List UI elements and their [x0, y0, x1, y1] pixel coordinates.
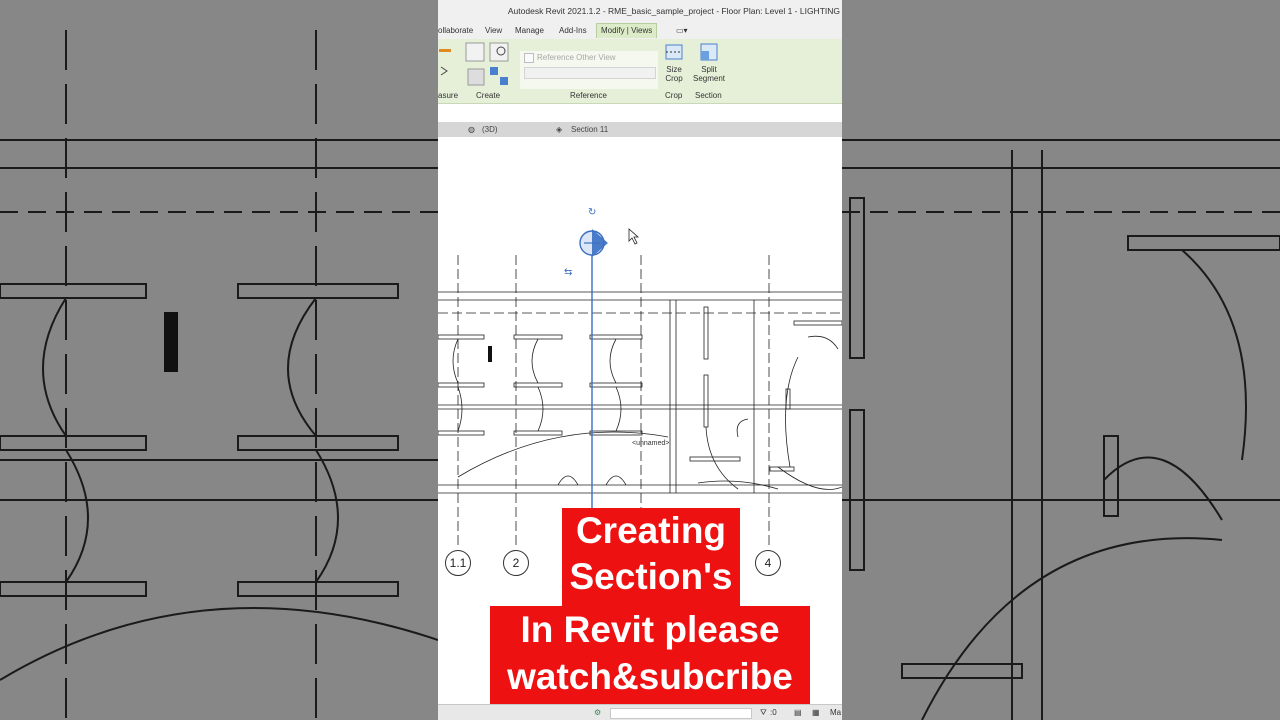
panel-label-create: Create	[476, 91, 501, 100]
split-segment-label-1: Split	[701, 65, 717, 74]
view-tabs-bar: ◍ (3D) ◈ Section 11	[438, 122, 842, 137]
window-title: Autodesk Revit 2021.1.2 - RME_basic_samp…	[507, 6, 840, 16]
measure-icon[interactable]	[438, 43, 458, 83]
panel-label-measure: asure	[438, 91, 459, 100]
background-right-blurred-drawing	[842, 0, 1280, 720]
panel-label-section: Section	[695, 91, 722, 100]
view-3d-icon[interactable]: ◍	[468, 122, 475, 137]
caption-line-4: watch&subcribe	[507, 656, 793, 697]
caption-line-3: In Revit please	[520, 609, 780, 650]
editable-only-icon[interactable]: ▦	[812, 705, 820, 720]
section-head-marker[interactable]	[579, 229, 608, 257]
grid-bubble-1-1[interactable]: 1.1	[445, 550, 471, 576]
size-crop-label-2: Crop	[665, 74, 683, 83]
grid-bubble-2[interactable]: 2	[503, 550, 529, 576]
room-tag: <unnamed>	[632, 440, 670, 447]
create-icons	[465, 42, 509, 86]
background-right-drawing	[842, 139, 1280, 720]
context-dropdown-icon[interactable]: ▭▾	[676, 24, 688, 38]
caption-line-2: Section's	[569, 556, 733, 597]
section-view-icon[interactable]: ◈	[556, 122, 562, 137]
tab-modify-views[interactable]: Modify | Views	[596, 23, 658, 38]
caption-box-top: Creating Section's	[562, 508, 740, 606]
mouse-cursor-icon	[628, 228, 640, 245]
split-segment-button[interactable]: Split Segment	[692, 41, 726, 83]
selection-count: :0	[770, 708, 777, 717]
flip-arrows-icon[interactable]: ⇆	[564, 267, 572, 278]
reference-other-view-checkbox[interactable]: Reference Other View	[524, 53, 616, 63]
grid-bubble-4[interactable]: 4	[755, 550, 781, 576]
reference-other-view-label: Reference Other View	[537, 53, 616, 63]
ribbon-panel: Reference Other View Size Crop Split Seg…	[438, 39, 842, 104]
reference-view-select[interactable]	[524, 67, 656, 79]
split-segment-icon	[700, 43, 718, 61]
panel-label-crop: Crop	[665, 91, 683, 100]
ribbon-tabs: ollaborate View Manage Add-Ins Modify | …	[438, 22, 842, 39]
design-options-icon[interactable]: ▤	[794, 705, 802, 720]
panel-label-reference: Reference	[570, 91, 607, 100]
worksets-icon[interactable]: ⚙	[594, 705, 601, 720]
background-left-drawing	[0, 30, 438, 720]
view-tab-3d[interactable]: (3D)	[482, 122, 498, 137]
workset-select[interactable]	[610, 708, 752, 719]
rotate-icon[interactable]: ↻	[588, 207, 596, 218]
background-left-blurred-drawing	[0, 0, 438, 720]
view-tab-section-11[interactable]: Section 11	[571, 122, 608, 137]
size-crop-button[interactable]: Size Crop	[664, 41, 684, 83]
tab-view[interactable]: View	[485, 24, 502, 38]
tab-add-ins[interactable]: Add-Ins	[559, 24, 587, 38]
create-tools[interactable]	[464, 41, 516, 89]
tab-manage[interactable]: Manage	[515, 24, 544, 38]
size-crop-label-1: Size	[666, 65, 682, 74]
caption-box-bottom: In Revit please watch&subcribe	[490, 606, 810, 704]
main-model-label: Ma	[830, 708, 842, 717]
split-segment-label-2: Segment	[692, 74, 726, 83]
caption-line-1: Creating	[575, 510, 727, 551]
filter-icon[interactable]: ⛛	[760, 705, 767, 720]
title-bar: Autodesk Revit 2021.1.2 - RME_basic_samp…	[438, 0, 842, 22]
tab-collaborate[interactable]: ollaborate	[438, 24, 473, 38]
status-bar: ⚙ ⛛ :0 ▤ ▦ Ma	[438, 704, 842, 720]
size-crop-icon	[665, 44, 683, 60]
reference-panel: Reference Other View	[520, 51, 658, 89]
